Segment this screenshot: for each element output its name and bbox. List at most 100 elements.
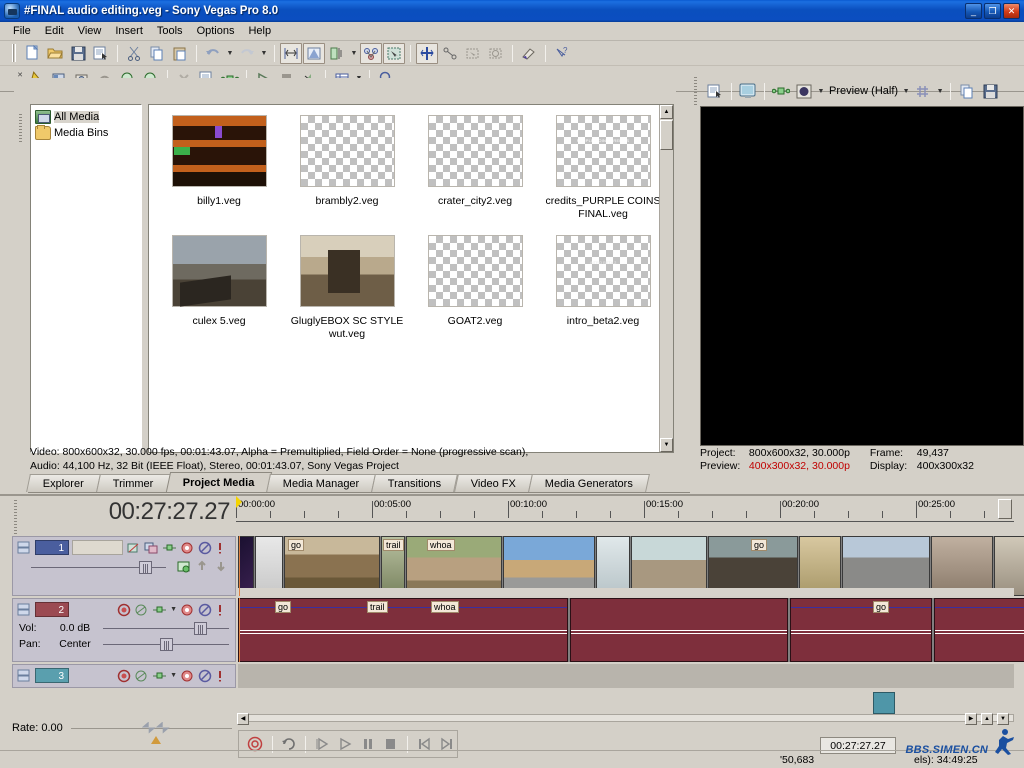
timeline-clip[interactable]: go — [790, 598, 932, 662]
rate-slider-track[interactable] — [70, 721, 232, 744]
volume-value[interactable]: 0.0 dB — [51, 622, 99, 634]
media-vertical-scrollbar[interactable]: ▲ ▼ — [659, 105, 673, 452]
crossfade-icon[interactable] — [416, 42, 438, 64]
close-button[interactable]: ✕ — [1003, 3, 1020, 19]
track-fx-dropdown-icon[interactable]: ▼ — [170, 606, 177, 613]
record-arm-icon[interactable] — [116, 603, 131, 617]
volume-slider-track[interactable] — [103, 621, 229, 635]
track-minimize-icon[interactable] — [17, 541, 32, 555]
menu-options[interactable]: Options — [190, 23, 242, 39]
track-header-2[interactable]: 2 ▼ Vol: 0.0 dB Pan: Center — [12, 598, 236, 662]
media-thumbnail[interactable] — [427, 115, 523, 187]
open-project-icon[interactable] — [44, 43, 66, 64]
audio-track-lane[interactable]: go trail whoa go — [238, 598, 1024, 662]
level-slider-track[interactable] — [31, 560, 166, 574]
timeline-clip[interactable]: go — [284, 536, 380, 596]
media-thumbnail[interactable] — [299, 115, 395, 187]
scroll-left-button[interactable]: ◀ — [237, 713, 249, 725]
paste-icon[interactable] — [169, 43, 191, 64]
timecode-grip[interactable] — [14, 500, 17, 534]
track-number[interactable]: 1 — [35, 540, 69, 555]
auto-input-icon[interactable] — [216, 669, 231, 683]
timeline-scroll-strip[interactable]: ◀ ▶ ▲ ▼ — [237, 692, 1014, 725]
main-timecode-display[interactable]: 00:27:27.27 — [30, 498, 231, 526]
media-thumbnail[interactable] — [427, 235, 523, 307]
track-minimize-icon[interactable] — [17, 603, 32, 617]
zoom-in-button[interactable]: ▲ — [981, 713, 993, 725]
menu-help[interactable]: Help — [241, 23, 278, 39]
tab-explorer[interactable]: Explorer — [26, 474, 101, 492]
new-project-icon[interactable] — [21, 43, 43, 64]
media-item[interactable]: GluglyEBOX SC STYLE wut.veg — [283, 235, 411, 355]
rate-slider-thumb[interactable] — [141, 721, 170, 734]
mute-icon[interactable] — [180, 603, 195, 617]
pan-value[interactable]: Center — [51, 638, 99, 650]
ruler-scroll-thumb[interactable] — [998, 499, 1012, 519]
solo-icon[interactable] — [198, 541, 213, 555]
track-motion-icon[interactable] — [176, 560, 191, 574]
edit-tool-dropdown-icon[interactable]: ▼ — [349, 43, 359, 64]
pan-slider-track[interactable] — [103, 637, 229, 651]
quality-dropdown-icon[interactable]: ▼ — [816, 81, 826, 102]
timeline-clip[interactable] — [238, 536, 254, 596]
auto-input-icon[interactable] — [216, 603, 231, 617]
track-2-pan[interactable]: Pan: Center — [13, 636, 235, 652]
media-item[interactable]: crater_city2.veg — [411, 115, 539, 235]
media-pane-left-grip[interactable] — [14, 104, 26, 453]
track-minimize-icon[interactable] — [17, 669, 32, 683]
timeline-clip[interactable] — [799, 536, 841, 596]
timeline-clip[interactable] — [994, 536, 1024, 596]
media-item[interactable]: PURPLE COINS CREDITS credits_PURPLE COIN… — [539, 115, 667, 235]
track-fx-icon[interactable] — [152, 603, 167, 617]
pan-slider-thumb[interactable] — [159, 637, 173, 651]
media-item[interactable]: GOAT2.veg — [411, 235, 539, 355]
solo-icon[interactable] — [198, 603, 213, 617]
media-bin-tree[interactable]: All Media Media Bins — [30, 104, 142, 453]
whats-this-help-icon[interactable]: ? — [551, 43, 573, 64]
tab-trimmer[interactable]: Trimmer — [96, 474, 171, 492]
invert-phase-icon[interactable] — [134, 603, 149, 617]
maximize-button[interactable]: ❐ — [984, 3, 1001, 19]
undo-dropdown-icon[interactable]: ▼ — [225, 43, 235, 64]
tab-video-fx[interactable]: Video FX — [453, 474, 533, 492]
tab-media-manager[interactable]: Media Manager — [266, 474, 377, 492]
tab-project-media[interactable]: Project Media — [165, 472, 272, 492]
overlay-icon[interactable] — [793, 81, 815, 102]
track-name-field[interactable] — [72, 540, 123, 555]
copy-snapshot-to-clipboard-icon[interactable] — [956, 81, 978, 102]
scroll-right-button[interactable]: ▶ — [965, 713, 977, 725]
record-arm-icon[interactable] — [216, 541, 231, 555]
preview-video-surface[interactable] — [700, 106, 1024, 446]
save-project-icon[interactable] — [67, 43, 89, 64]
track-1-level-slider[interactable] — [13, 558, 235, 576]
timeline-clip[interactable]: go trail whoa — [238, 598, 568, 662]
timeline-clip[interactable] — [503, 536, 595, 596]
timeline-clip[interactable] — [631, 536, 707, 596]
fade-down-icon[interactable] — [214, 560, 229, 574]
media-thumbnail[interactable]: PURPLE COINS CREDITS — [555, 115, 651, 187]
mute-icon[interactable] — [180, 541, 195, 555]
undo-icon[interactable] — [202, 43, 224, 64]
menu-file[interactable]: File — [6, 23, 38, 39]
redo-icon[interactable] — [236, 43, 258, 64]
track-2-volume[interactable]: Vol: 0.0 dB — [13, 620, 235, 636]
enable-snapping-icon[interactable] — [280, 42, 302, 64]
lock-envelopes-icon[interactable] — [462, 43, 484, 64]
zoom-region-marker[interactable] — [873, 692, 895, 714]
grid-overlay-icon[interactable] — [912, 81, 934, 102]
redo-dropdown-icon[interactable]: ▼ — [259, 43, 269, 64]
media-item[interactable]: brambly2.veg — [283, 115, 411, 235]
timeline-clip[interactable]: trail — [381, 536, 405, 596]
timeline-clip[interactable] — [842, 536, 930, 596]
compositing-mode-icon[interactable] — [144, 541, 159, 555]
auto-ripple-icon[interactable] — [303, 42, 325, 64]
track-number[interactable]: 3 — [35, 668, 69, 683]
save-snapshot-to-file-icon[interactable] — [979, 81, 1001, 102]
grid-dropdown-icon[interactable]: ▼ — [935, 81, 945, 102]
mute-icon[interactable] — [180, 669, 195, 683]
horizontal-scrollbar[interactable]: ◀ ▶ ▲ ▼ — [237, 713, 1014, 725]
record-arm-icon[interactable] — [116, 669, 131, 683]
scrollbar-thumb[interactable] — [660, 120, 673, 150]
split-screen-view-icon[interactable] — [737, 81, 759, 102]
track-fx-dropdown-icon[interactable]: ▼ — [170, 672, 177, 679]
